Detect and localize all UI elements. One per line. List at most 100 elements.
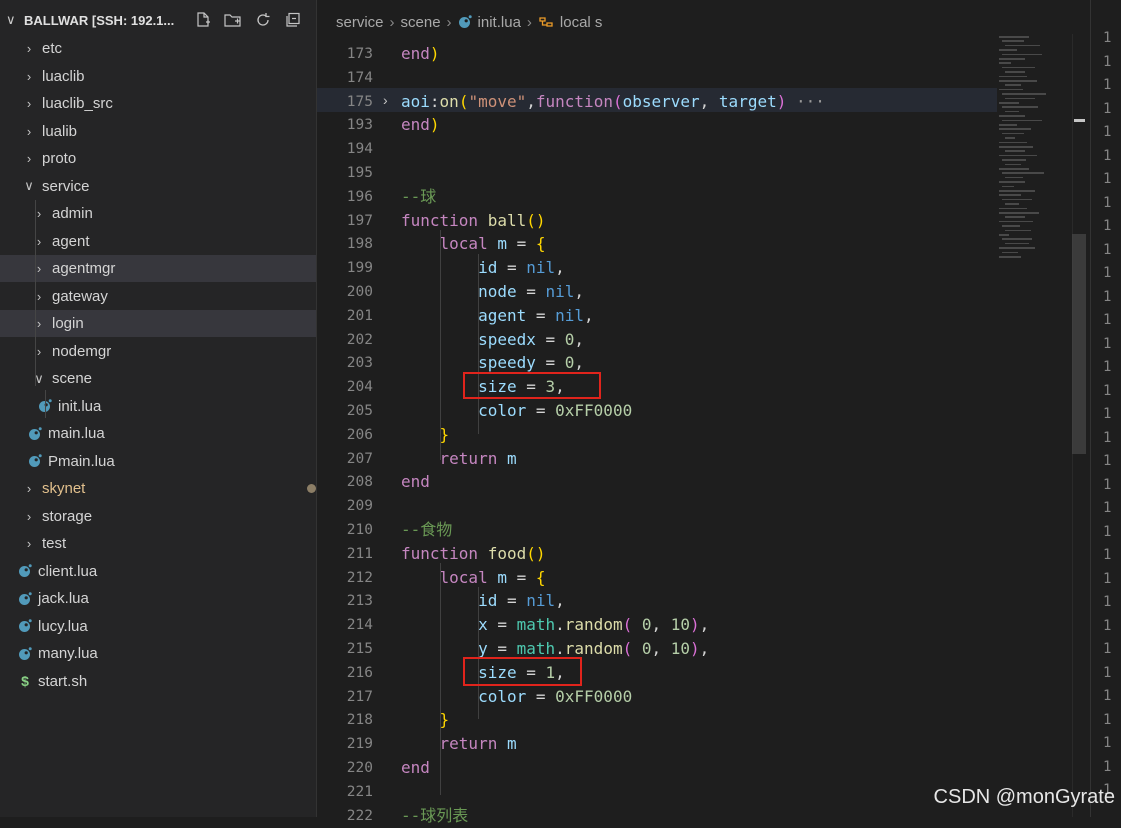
collapse-icon[interactable] [284,11,302,29]
minimap-line [1002,251,1018,254]
minimap-line [999,124,1017,126]
tree-item-etc[interactable]: › etc [0,35,316,62]
tree-item-admin[interactable]: › admin [0,200,316,227]
tree-item-agentmgr[interactable]: › agentmgr [0,255,316,282]
split-line-number: 1 [1103,382,1112,399]
new-file-icon[interactable] [194,11,212,29]
tree-item-main-lua[interactable]: main.lua [0,420,316,447]
tree-item-luaclib[interactable]: › luaclib [0,63,316,90]
code-line: return m [439,734,517,754]
tree-item-storage[interactable]: › storage [0,503,316,530]
tree-item-label: init.lua [58,397,102,415]
breadcrumb-file[interactable]: init.lua [478,14,521,31]
minimap-line [999,212,1039,214]
tree-item-skynet[interactable]: › skynet [0,475,316,502]
split-line-number: 1 [1103,335,1112,352]
symbol-variable-icon [539,17,553,27]
minimap-line [1002,185,1014,188]
minimap-line [999,220,1033,223]
code-line: end [401,758,430,777]
minimap-line [999,75,1027,78]
code-line: aoi:on("move",function(observer, target)… [401,91,825,111]
split-line-number: 1 [1103,171,1112,187]
line-number: 218 [346,712,373,729]
split-line-number: 1 [1103,359,1112,375]
code-line: } [439,424,450,444]
chevron-right-icon: › [26,41,32,56]
line-number: 201 [346,307,373,324]
line-number: 202 [346,331,373,348]
refresh-icon[interactable] [254,11,272,29]
split-line-number: 1 [1103,664,1112,681]
breadcrumb-symbol[interactable]: local s [560,14,603,31]
minimap-line [999,36,1029,38]
line-number: 175 [346,93,373,110]
line-number: 213 [346,593,373,610]
line-number: 196 [346,188,373,205]
tree-item-label: lucy.lua [38,617,88,635]
code-line: function food() [401,543,546,563]
tree-item-agent[interactable]: › agent [0,228,316,255]
scrollbar-thumb[interactable] [1072,234,1086,454]
chevron-right-icon: › [26,123,32,139]
minimap-line [1005,71,1025,73]
line-number: 173 [346,46,373,62]
new-folder-icon[interactable] [224,11,242,29]
line-number: 210 [346,522,373,538]
minimap-line [1005,242,1029,245]
code-line: end) [401,115,440,135]
tree-item-label: test [42,535,67,552]
minimap-line [999,62,1011,64]
breadcrumb-service[interactable]: service [336,14,384,31]
tree-item-scene[interactable]: ∨ scene [0,365,316,392]
tree-item-init-lua[interactable]: init.lua [0,393,316,420]
line-number: 197 [346,212,373,229]
split-line-number: 1 [1103,288,1112,305]
code-line: id = nil, [478,258,565,278]
breadcrumb: service › scene › init.lua › local s [336,10,602,34]
code-line: id = nil, [478,591,565,611]
tree-item-jack-lua[interactable]: jack.lua [0,585,316,612]
tree-item-login[interactable]: › login [0,310,316,337]
split-editor-pane: 111111111111111111111111111111111 [1090,0,1121,817]
line-number: 199 [346,260,373,277]
minimap-line [1005,150,1025,152]
minimap-line [1002,159,1026,161]
tree-item-service[interactable]: ∨ service [0,173,316,200]
tree-item-gateway[interactable]: › gateway [0,283,316,310]
modified-dot-icon [307,484,316,493]
tree-item-pmain-lua[interactable]: Pmain.lua [0,448,316,475]
line-number: 205 [346,403,373,419]
code-line: return m [439,448,517,468]
tree-item-test[interactable]: › test [0,530,316,557]
minimap-line [999,58,1025,60]
line-number: 198 [346,236,373,253]
tree-item-many-lua[interactable]: many.lua [0,640,316,667]
minimap-line [999,181,1025,183]
line-number: 217 [346,688,373,705]
tree-item-lualib[interactable]: › lualib [0,118,316,145]
explorer-header[interactable]: ∨ BALLWAR [SSH: 192.1... [0,0,316,40]
minimap-line [999,115,1025,117]
minimap-line [1002,40,1024,42]
split-line-number: 1 [1103,523,1112,540]
minimap-line [1002,93,1046,95]
split-line-number: 1 [1103,218,1112,234]
annotation-box-ball-size [463,372,601,399]
breadcrumb-scene[interactable]: scene [401,14,441,31]
split-line-number: 1 [1103,406,1112,422]
tree-item-luaclib-src[interactable]: › luaclib_src [0,90,316,117]
lua-file-icon [18,619,38,633]
tree-item-start-sh[interactable]: $ start.sh [0,668,316,695]
tree-item-proto[interactable]: › proto [0,145,316,172]
code-line: agent = nil, [478,305,594,325]
chevron-right-icon[interactable]: › [383,92,388,108]
tree-item-nodemgr[interactable]: › nodemgr [0,338,316,365]
tree-item-lucy-lua[interactable]: lucy.lua [0,613,316,640]
minimap-line [999,168,1029,170]
chevron-right-icon: › [26,508,32,524]
chevron-right-icon: › [526,13,532,31]
minimap-line [1005,203,1019,205]
tree-item-client-lua[interactable]: client.lua [0,558,316,585]
minimap[interactable] [997,34,1072,264]
